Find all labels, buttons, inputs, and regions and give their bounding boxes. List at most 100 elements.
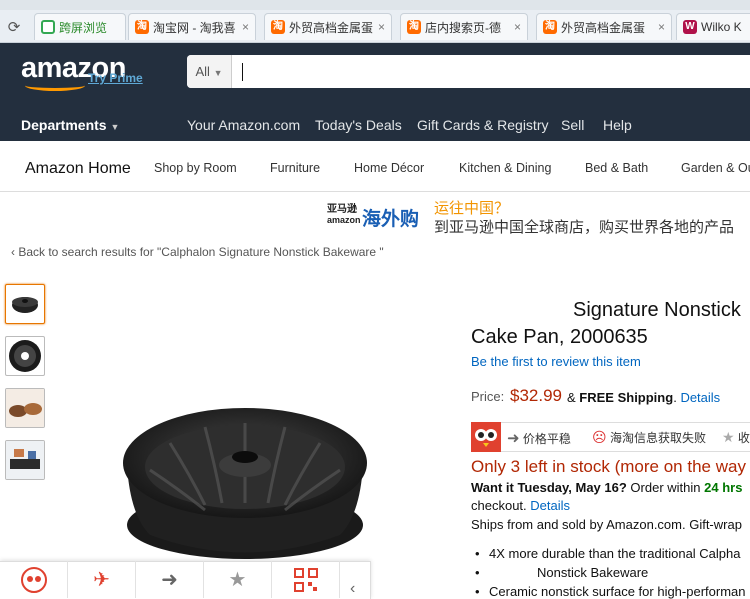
feature-bullet: 4X more durable than the traditional Cal…: [475, 546, 741, 561]
product-title-line1: Signature Nonstick: [573, 299, 741, 321]
owl-face: [475, 429, 497, 447]
checkout-details-link[interactable]: Details: [530, 498, 570, 513]
close-tab-icon[interactable]: ×: [654, 20, 665, 34]
owl-icon[interactable]: [471, 422, 501, 452]
tab-cross-screen[interactable]: 跨屏浏览: [34, 13, 126, 40]
checkout-label: checkout.: [471, 498, 527, 513]
subnav-bed-bath[interactable]: Bed & Bath: [585, 161, 648, 175]
feature-bullet-text: Nonstick Bakeware: [537, 565, 649, 580]
plane-icon[interactable]: ✈: [68, 561, 136, 598]
checkout-info: checkout. Details: [471, 498, 570, 513]
brand-top: 亚马逊: [327, 204, 357, 215]
close-tab-icon[interactable]: ×: [510, 20, 521, 34]
taobao-icon: 淘: [543, 20, 557, 34]
shipping-prefix: &: [567, 390, 576, 405]
shipping-info: & FREE Shipping. Details: [567, 390, 721, 405]
arrow-right-icon[interactable]: ➜: [136, 561, 204, 598]
tab-wilko[interactable]: W Wilko K: [676, 13, 750, 40]
subnav-amazon-home[interactable]: Amazon Home: [25, 160, 131, 178]
tab-label: 跨屏浏览: [59, 20, 108, 35]
browser-top-strip: [0, 0, 750, 10]
feature-bullet-continued: Nonstick Bakeware: [475, 565, 648, 580]
tab-store-search[interactable]: 淘 店内搜索页-德 ×: [400, 13, 528, 40]
departments-label: Departments: [21, 117, 107, 133]
write-review-link[interactable]: Be the first to review this item: [471, 354, 641, 369]
arrow-right-icon: ➜: [507, 430, 520, 447]
delivery-date: Want it Tuesday, May 16?: [471, 480, 627, 495]
banner-subtitle[interactable]: 到亚马逊中国全球商店，购买世界各地的产品: [434, 216, 734, 237]
product-title-line2: Cake Pan, 2000635: [471, 326, 648, 348]
search-category-select[interactable]: All ▼: [187, 55, 232, 88]
reload-icon[interactable]: ⟳: [6, 20, 22, 36]
nav-gift-cards[interactable]: Gift Cards & Registry: [417, 117, 548, 133]
stock-status: Only 3 left in stock (more on the way: [471, 457, 746, 476]
thumbnail-1[interactable]: [5, 284, 45, 324]
close-tab-icon[interactable]: ×: [238, 20, 249, 34]
nav-sell[interactable]: Sell: [561, 117, 584, 133]
search-category-label: All: [195, 64, 210, 79]
feature-bullet-text: 4X more durable than the traditional Cal…: [489, 546, 741, 561]
nav-help[interactable]: Help: [603, 117, 632, 133]
thumbnail-2[interactable]: [5, 336, 45, 376]
feature-bullet: Ceramic nonstick surface for high-perfor…: [475, 584, 746, 599]
kitchen-scene-thumb: [6, 441, 44, 479]
close-tab-icon[interactable]: ×: [374, 20, 385, 34]
bundt-pan-top-thumb: [9, 340, 41, 372]
nav-todays-deals[interactable]: Today's Deals: [315, 117, 402, 133]
nav-your-amazon[interactable]: Your Amazon.com: [187, 117, 300, 133]
chevron-down-icon: ▼: [213, 68, 223, 78]
price-value: $32.99: [510, 386, 562, 405]
tab-label: 外贸高档金属蛋: [561, 20, 646, 35]
star-icon[interactable]: ★: [204, 561, 272, 598]
product-main-image[interactable]: [110, 395, 380, 565]
free-shipping-label: FREE Shipping: [579, 390, 674, 405]
star-icon: ★: [722, 429, 735, 445]
departments-menu[interactable]: Departments ▼: [21, 117, 119, 133]
search-input-caret: [242, 63, 243, 81]
collapse-toolbar-icon[interactable]: ‹: [350, 580, 355, 598]
price-stable-label: 价格平稳: [522, 432, 571, 446]
amazon-global-logo[interactable]: 亚马逊 amazon: [327, 204, 361, 226]
thumbnail-4[interactable]: [5, 440, 45, 480]
tab-metal-cake-pan-1[interactable]: 淘 外贸高档金属蛋 ×: [264, 13, 392, 40]
subnav-kitchen-dining[interactable]: Kitchen & Dining: [459, 161, 551, 175]
chevron-down-icon: ▼: [110, 122, 120, 132]
owl-button-glyph: [20, 566, 47, 593]
search-bar[interactable]: All ▼: [187, 55, 750, 88]
baked-cake-thumb: [6, 389, 44, 427]
sad-face-icon: ☹: [592, 429, 607, 445]
order-time: 24 hrs: [704, 480, 743, 495]
qr-code-icon[interactable]: [272, 561, 340, 598]
wilko-icon: W: [683, 20, 697, 34]
price-stable-item[interactable]: ➜ 价格平稳: [507, 429, 571, 447]
owl-icon[interactable]: [0, 561, 68, 598]
cross-screen-icon: [41, 20, 55, 34]
back-to-results-link[interactable]: ‹ Back to search results for "Calphalon …: [11, 245, 384, 259]
tab-label: 店内搜索页-德: [425, 20, 501, 35]
tab-label: 外贸高档金属蛋: [289, 20, 374, 35]
banner-headline[interactable]: 海外购: [362, 204, 419, 231]
try-prime-link[interactable]: Try Prime: [88, 71, 143, 85]
price-label: Price:: [471, 389, 505, 404]
taobao-icon: 淘: [407, 20, 421, 34]
collect-item[interactable]: ★ 收: [722, 429, 750, 446]
taobao-icon: 淘: [271, 20, 285, 34]
sold-by-info: Ships from and sold by Amazon.com. Gift-…: [471, 517, 742, 532]
tab-taobao[interactable]: 淘 淘宝网 - 淘我喜 ×: [128, 13, 256, 40]
collect-label: 收: [737, 431, 750, 445]
subnav-garden[interactable]: Garden & Ou: [681, 161, 750, 175]
shipping-details-link[interactable]: Details: [680, 390, 720, 405]
tab-label: 淘宝网 - 淘我喜: [153, 20, 236, 35]
haitao-info-item[interactable]: ☹ 海淘信息获取失败: [592, 429, 706, 446]
subnav-furniture[interactable]: Furniture: [270, 161, 320, 175]
tab-metal-cake-pan-2[interactable]: 淘 外贸高档金属蛋 ×: [536, 13, 672, 40]
thumbnail-3[interactable]: [5, 388, 45, 428]
banner-question: 运往中国？: [434, 200, 510, 217]
subnav-shop-by-room[interactable]: Shop by Room: [154, 161, 237, 175]
haitao-fail-label: 海淘信息获取失败: [609, 431, 706, 445]
taobao-icon: 淘: [135, 20, 149, 34]
order-within: Order within: [630, 480, 701, 495]
feature-bullet-text: Ceramic nonstick surface for high-perfor…: [489, 584, 746, 599]
subnav-home-decor[interactable]: Home Décor: [354, 161, 424, 175]
delivery-estimate: Want it Tuesday, May 16? Order within 24…: [471, 480, 742, 495]
